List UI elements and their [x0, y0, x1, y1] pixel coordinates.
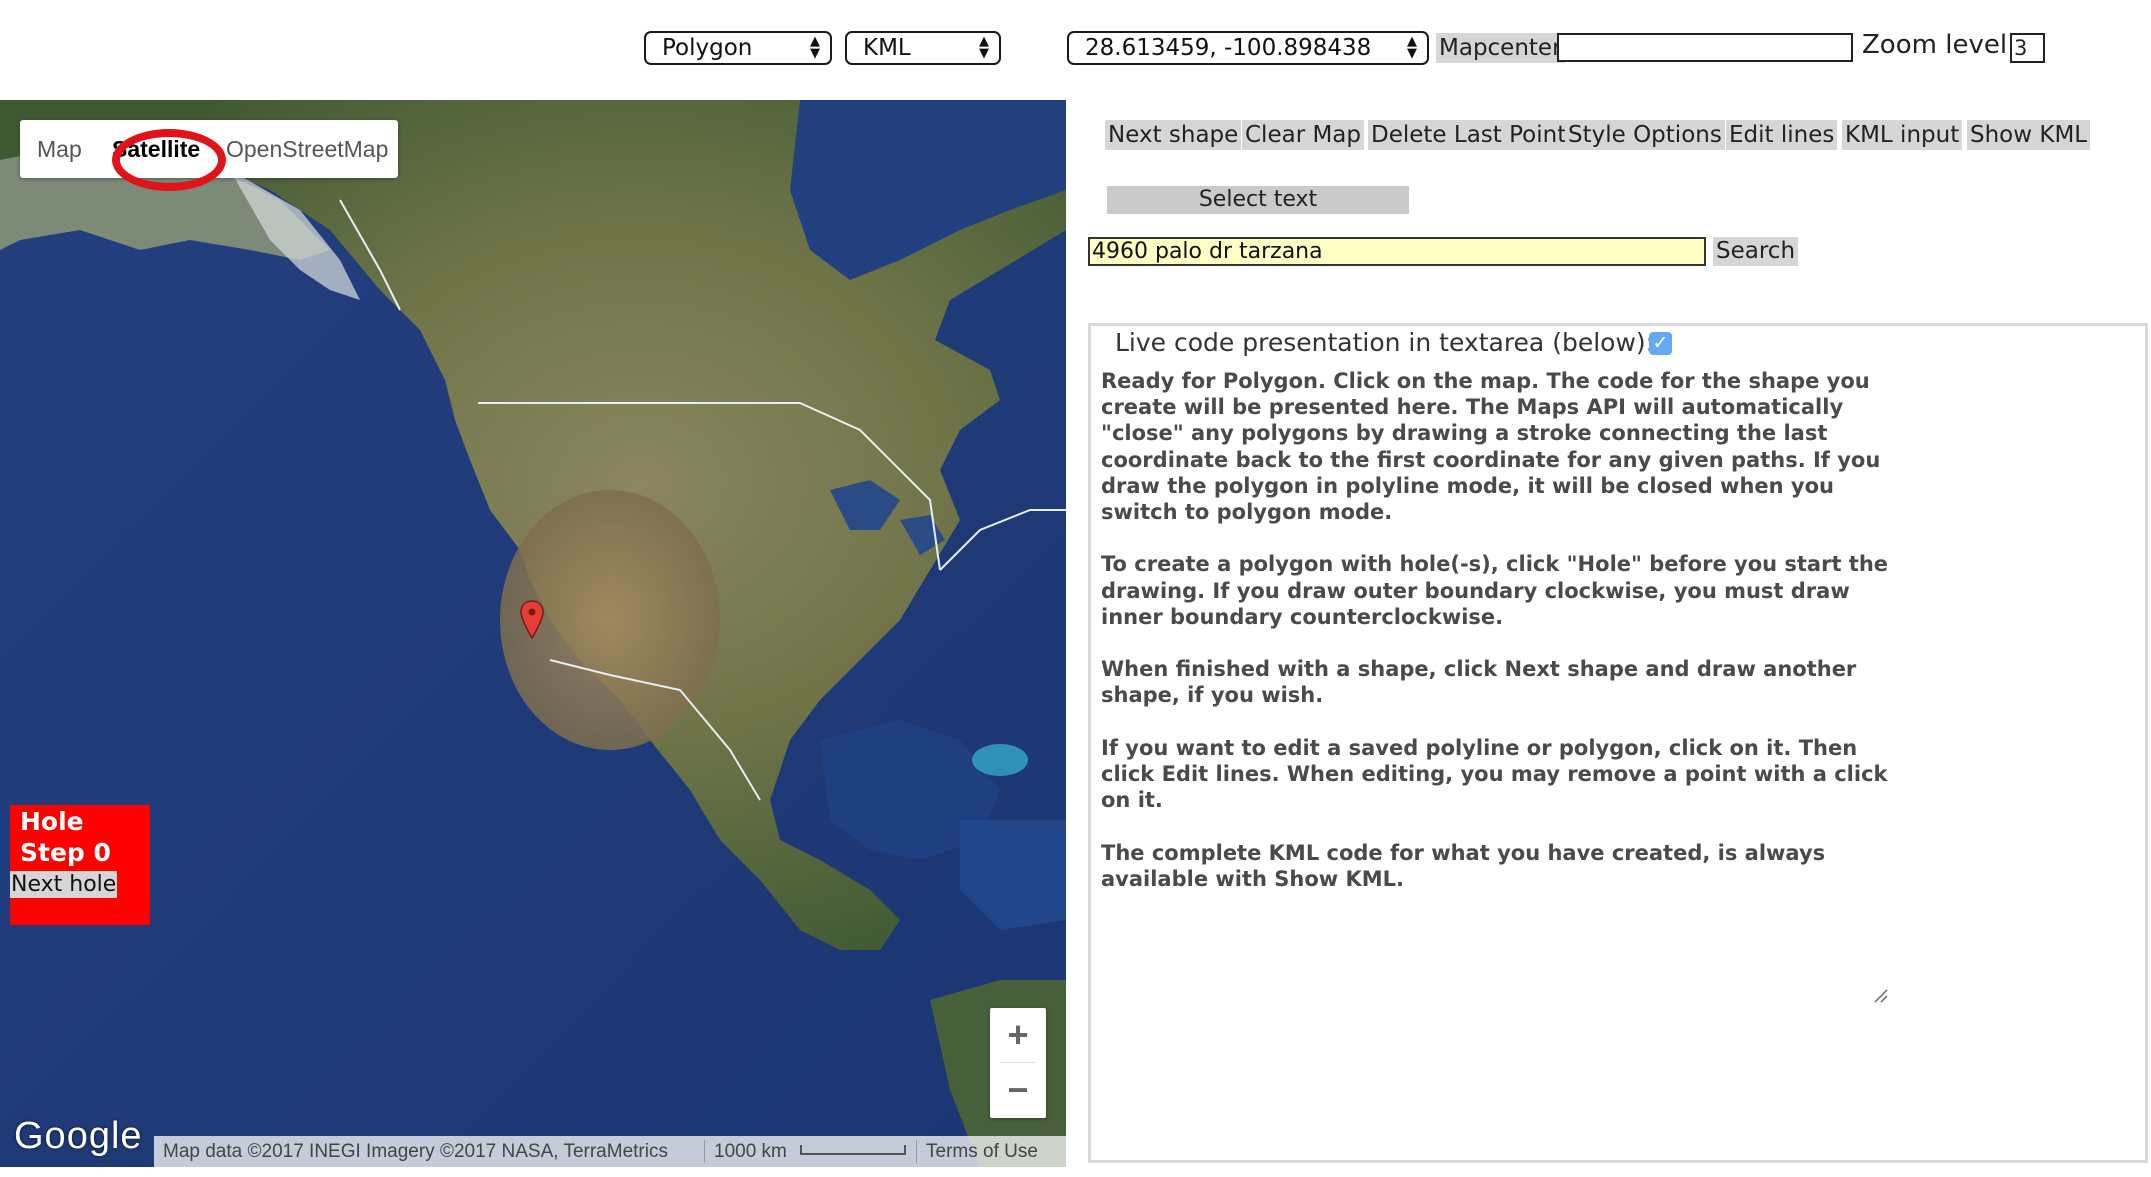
- map-type-openstreetmap[interactable]: OpenStreetMap: [226, 120, 388, 178]
- map-type-map[interactable]: Map: [37, 120, 82, 178]
- instruction-paragraph: The complete KML code for what you have …: [1101, 840, 1826, 891]
- format-select[interactable]: KML ▲ ▼: [845, 31, 1001, 65]
- instruction-paragraph: If you want to edit a saved polyline or …: [1101, 735, 1888, 813]
- map-attribution: Map data ©2017 INEGI Imagery ©2017 NASA,…: [163, 1141, 668, 1162]
- live-code-label: Live code presentation in textarea (belo…: [1115, 328, 1655, 357]
- resize-handle-icon[interactable]: [1872, 987, 1888, 1003]
- instruction-paragraph: To create a polygon with hole(-s), click…: [1101, 552, 1889, 629]
- chevron-updown-icon: ▲ ▼: [810, 34, 820, 61]
- zoom-level-label: Zoom level:: [1862, 30, 2016, 60]
- kml-input-button[interactable]: KML input: [1842, 120, 1963, 150]
- scale-label[interactable]: 1000 km: [714, 1136, 787, 1167]
- style-options-button[interactable]: Style Options: [1565, 120, 1725, 150]
- google-logo: Google: [14, 1115, 143, 1157]
- zoom-in-button[interactable]: +: [990, 1008, 1046, 1062]
- highlight-ring: [112, 129, 226, 191]
- attribution-separator: [704, 1140, 705, 1163]
- zoom-out-button[interactable]: −: [990, 1063, 1046, 1117]
- map-type-control: Map Satellite OpenStreetMap: [20, 120, 398, 191]
- code-output-text: Ready for Polygon. Click on the map. The…: [1101, 368, 1901, 918]
- shape-type-select[interactable]: Polygon ▲ ▼: [644, 31, 832, 65]
- delete-last-point-button[interactable]: Delete Last Point: [1368, 120, 1570, 150]
- instruction-paragraph: Ready for Polygon. Click on the map. The…: [1101, 369, 1881, 525]
- next-shape-button[interactable]: Next shape: [1105, 120, 1242, 150]
- edit-lines-button[interactable]: Edit lines: [1726, 120, 1838, 150]
- chevron-updown-icon: ▲ ▼: [979, 34, 989, 61]
- hole-step: Step 0: [20, 838, 111, 867]
- select-text-button[interactable]: Select text: [1107, 186, 1409, 214]
- instruction-paragraph: When finished with a shape, click Next s…: [1101, 657, 1857, 708]
- map-canvas[interactable]: Map Satellite OpenStreetMap Hole Step 0 …: [0, 100, 1066, 1167]
- map-marker-icon[interactable]: [520, 600, 544, 640]
- zoom-control: + −: [990, 1008, 1046, 1118]
- hole-title[interactable]: Hole: [20, 807, 84, 836]
- shape-type-value: Polygon: [662, 35, 753, 61]
- mapcenter-button[interactable]: Mapcenter: [1436, 33, 1565, 63]
- map-attribution-bar: Map data ©2017 INEGI Imagery ©2017 NASA,…: [154, 1136, 1066, 1167]
- coordinates-select[interactable]: 28.613459, -100.898438 ▲ ▼: [1067, 31, 1429, 65]
- search-button[interactable]: Search: [1713, 237, 1799, 266]
- terms-of-use-link[interactable]: Terms of Use: [926, 1136, 1038, 1167]
- zoom-level-input[interactable]: 3: [2010, 33, 2045, 63]
- scale-bar: [800, 1145, 906, 1155]
- address-search-input[interactable]: 4960 palo dr tarzana: [1088, 237, 1706, 266]
- live-code-checkbox[interactable]: ✓: [1649, 332, 1672, 355]
- clear-map-button[interactable]: Clear Map: [1242, 120, 1364, 150]
- checkmark-icon: ✓: [1652, 332, 1669, 354]
- format-value: KML: [863, 35, 911, 61]
- chevron-updown-icon: ▲ ▼: [1407, 34, 1417, 61]
- coordinates-value: 28.613459, -100.898438: [1085, 35, 1372, 61]
- next-hole-button[interactable]: Next hole: [10, 871, 118, 898]
- attribution-separator: [916, 1140, 917, 1163]
- mapcenter-input[interactable]: [1557, 33, 1853, 62]
- show-kml-button[interactable]: Show KML: [1967, 120, 2091, 150]
- hole-panel: Hole Step 0 Next hole: [10, 805, 150, 925]
